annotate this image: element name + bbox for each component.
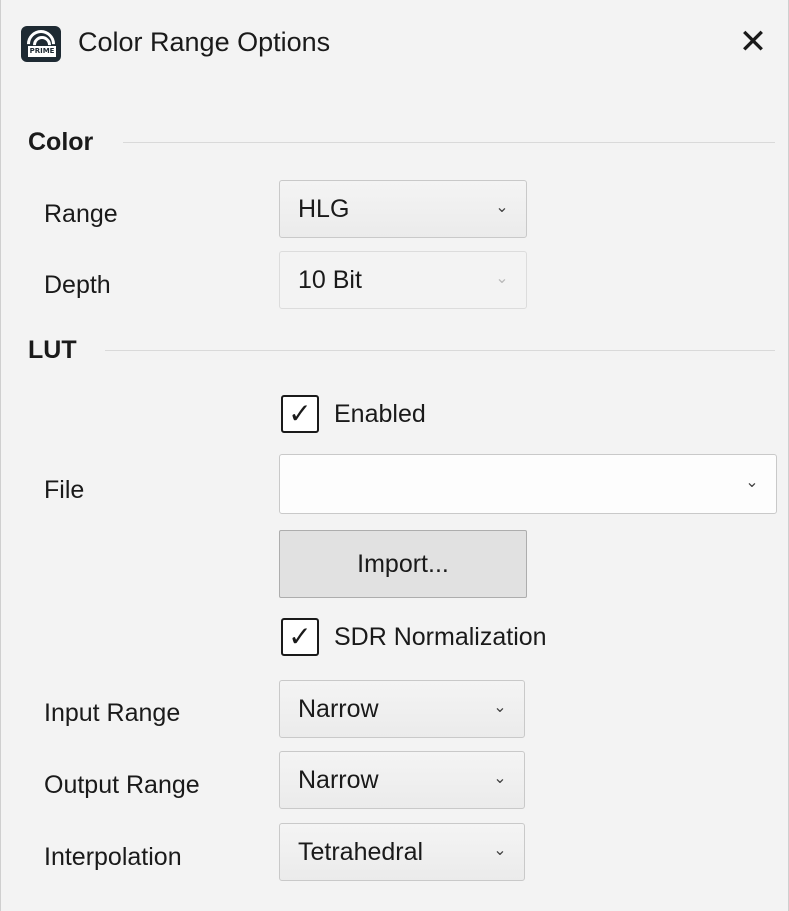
- chevron-down-icon: ⌄: [493, 840, 507, 859]
- close-icon[interactable]: ✕: [731, 20, 775, 64]
- input-range-label: Input Range: [44, 699, 181, 727]
- output-range-dropdown[interactable]: Narrow ⌄: [279, 751, 525, 809]
- file-dropdown[interactable]: ⌄: [279, 454, 777, 514]
- window-title: Color Range Options: [78, 27, 331, 57]
- section-color-divider: [123, 142, 775, 143]
- sdr-normalization-checkbox[interactable]: ✓: [281, 618, 319, 656]
- section-color-label: Color: [28, 128, 94, 156]
- interpolation-value: Tetrahedral: [298, 838, 424, 866]
- depth-label: Depth: [44, 271, 111, 299]
- output-range-value: Narrow: [298, 766, 379, 794]
- input-range-dropdown[interactable]: Narrow ⌄: [279, 680, 525, 738]
- input-range-value: Narrow: [298, 695, 379, 723]
- chevron-down-icon: ⌄: [495, 268, 509, 287]
- range-value: HLG: [298, 195, 350, 223]
- import-button[interactable]: Import...: [279, 530, 527, 598]
- chevron-down-icon: ⌄: [493, 768, 507, 787]
- title-bar: PRIME Color Range Options ✕: [1, 0, 789, 86]
- depth-value: 10 Bit: [298, 266, 362, 294]
- app-icon: PRIME: [21, 26, 61, 62]
- color-range-options-dialog: PRIME Color Range Options ✕ Color Range …: [0, 0, 789, 911]
- chevron-down-icon: ⌄: [493, 697, 507, 716]
- output-range-label: Output Range: [44, 771, 200, 799]
- file-label: File: [44, 476, 85, 504]
- interpolation-label: Interpolation: [44, 843, 182, 871]
- depth-dropdown: 10 Bit ⌄: [279, 251, 527, 309]
- sdr-normalization-label[interactable]: SDR Normalization: [334, 620, 547, 654]
- app-icon-badge: PRIME: [28, 46, 56, 57]
- interpolation-dropdown[interactable]: Tetrahedral ⌄: [279, 823, 525, 881]
- chevron-down-icon: ⌄: [495, 197, 509, 216]
- section-lut-divider: [105, 350, 775, 351]
- section-lut-label: LUT: [28, 336, 77, 364]
- enabled-checkbox-label[interactable]: Enabled: [334, 397, 426, 431]
- chevron-down-icon: ⌄: [745, 472, 759, 491]
- range-dropdown[interactable]: HLG ⌄: [279, 180, 527, 238]
- enabled-checkbox[interactable]: ✓: [281, 395, 319, 433]
- range-label: Range: [44, 200, 118, 228]
